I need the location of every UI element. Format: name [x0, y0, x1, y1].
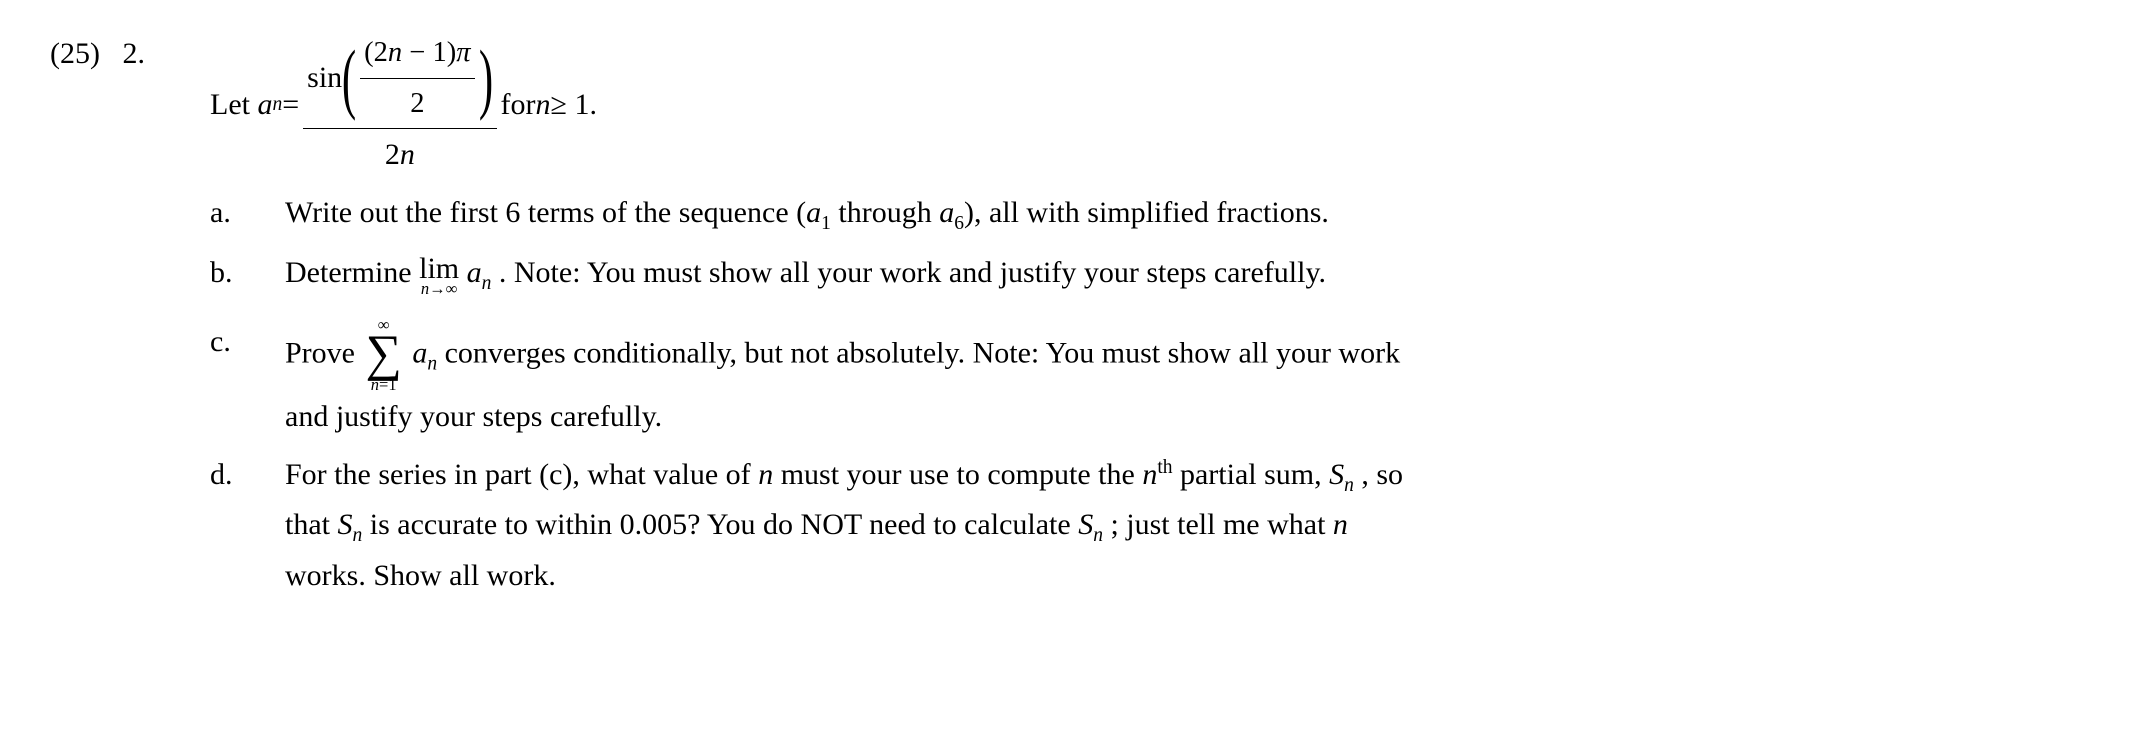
- outer-den-n: n: [400, 138, 415, 171]
- points: (25): [50, 37, 100, 70]
- part-d: d. For the series in part (c), what valu…: [210, 451, 2098, 599]
- n-var: n: [535, 81, 550, 129]
- part-d-text6: is accurate to within 0.005? You do NOT …: [362, 508, 1078, 541]
- lim-n: n: [421, 279, 429, 298]
- S1: S: [1329, 458, 1344, 491]
- outer-den-2: 2: [385, 138, 400, 171]
- geq-1: ≥ 1.: [550, 81, 596, 129]
- big-rparen: ): [478, 45, 492, 111]
- equals: =: [282, 81, 299, 129]
- sum-sigma: ∑: [366, 332, 402, 378]
- S2: S: [338, 508, 353, 541]
- b-a-sub: n: [482, 273, 492, 294]
- problem-header: (25) 2. Let an = sin ( (2n − 1)π 2 ): [50, 30, 2098, 179]
- inner-n: n: [388, 37, 402, 68]
- part-b-text1: Determine: [285, 256, 419, 289]
- part-d-text: For the series in part (c), what value o…: [285, 451, 2098, 599]
- parts-list: a. Write out the first 6 terms of the se…: [210, 189, 2098, 599]
- for-word: for: [501, 81, 536, 129]
- S3-sub: n: [1093, 525, 1103, 546]
- a-sub-n: n: [272, 89, 282, 120]
- problem-number: 2.: [122, 37, 145, 70]
- a6-a: a: [939, 196, 954, 229]
- part-c-text2: converges conditionally, but not absolut…: [445, 336, 1400, 369]
- part-a-label: a.: [210, 189, 285, 237]
- inner-fraction: (2n − 1)π 2: [360, 30, 474, 126]
- part-b-text: Determine lim n→∞ an . Note: You must sh…: [285, 249, 2098, 299]
- d-n1: n: [758, 458, 773, 491]
- part-b: b. Determine lim n→∞ an . Note: You must…: [210, 249, 2098, 299]
- part-a-text2: ), all with simplified fractions.: [964, 196, 1329, 229]
- sin: sin: [307, 54, 342, 102]
- summation: ∞ ∑ n=1: [366, 318, 402, 394]
- part-d-text2: must your use to compute the: [773, 458, 1142, 491]
- lim-word: lim: [419, 255, 459, 282]
- main-fraction: sin ( (2n − 1)π 2 ) 2n: [303, 30, 496, 179]
- a1-sub: 1: [821, 213, 831, 234]
- c-a: a: [412, 336, 427, 369]
- c-a-sub: n: [427, 353, 437, 374]
- part-d-text8: works. Show all work.: [285, 559, 556, 592]
- pi: π: [456, 37, 470, 68]
- definition: Let an = sin ( (2n − 1)π 2 ): [210, 30, 597, 179]
- inner-den: 2: [406, 79, 428, 127]
- a-var: a: [257, 81, 272, 129]
- b-a: a: [467, 256, 482, 289]
- part-a-text: Write out the first 6 terms of the seque…: [285, 189, 2098, 239]
- part-b-label: b.: [210, 249, 285, 297]
- part-d-label: d.: [210, 451, 285, 499]
- inner-2: 2: [374, 37, 388, 68]
- inner-minus1: − 1: [402, 37, 447, 68]
- part-c: c. Prove ∞ ∑ n=1 an converges conditiona…: [210, 318, 2098, 442]
- part-a-text1: Write out the first 6 terms of the seque…: [285, 196, 806, 229]
- S2-sub: n: [353, 525, 363, 546]
- part-c-text3: and justify your steps carefully.: [285, 400, 662, 433]
- sin-expression: sin ( (2n − 1)π 2 ): [307, 30, 492, 126]
- big-lparen: (: [342, 45, 356, 111]
- d-n2: n: [1142, 458, 1157, 491]
- inner-lparen: (: [364, 37, 374, 68]
- S3: S: [1078, 508, 1093, 541]
- part-b-text2: . Note: You must show all your work and …: [499, 256, 1326, 289]
- problem-label: (25) 2.: [50, 30, 210, 78]
- sum-bot-n: n: [371, 375, 379, 394]
- part-c-text1: Prove: [285, 336, 363, 369]
- S1-sub: n: [1344, 475, 1354, 496]
- inner-rparen: ): [447, 37, 457, 68]
- a6-sub: 6: [954, 213, 964, 234]
- through: through: [831, 196, 939, 229]
- let-word: Let: [210, 81, 250, 129]
- sum-bot-eq1: =1: [379, 375, 397, 394]
- part-c-text: Prove ∞ ∑ n=1 an converges conditionally…: [285, 318, 2098, 442]
- part-d-text4: , so: [1354, 458, 1403, 491]
- th-sup: th: [1157, 457, 1172, 478]
- part-d-text3: partial sum,: [1172, 458, 1329, 491]
- limit-expr: lim n→∞: [419, 255, 459, 297]
- part-a: a. Write out the first 6 terms of the se…: [210, 189, 2098, 239]
- part-d-text1: For the series in part (c), what value o…: [285, 458, 758, 491]
- a1-a: a: [806, 196, 821, 229]
- d-n3: n: [1333, 508, 1348, 541]
- part-c-label: c.: [210, 318, 285, 366]
- lim-arrow: →∞: [429, 279, 457, 298]
- part-d-text7: ; just tell me what: [1103, 508, 1333, 541]
- part-d-text5: that: [285, 508, 338, 541]
